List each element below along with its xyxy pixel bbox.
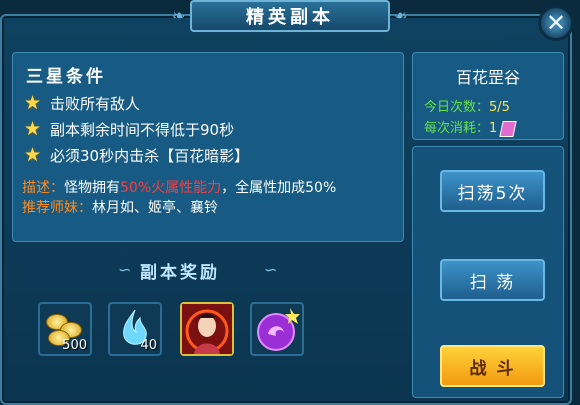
dialog-title: 精英副本 [246,7,334,28]
condition-text: 必须30秒内击杀【百花暗影】 [50,146,250,165]
description-row: 描述：怪物拥有50%火属性能力，全属性加成50% [22,177,336,197]
reward-count: 500 [62,338,87,353]
purple-orb-icon [257,308,300,351]
reward-count: 40 [140,338,157,353]
battle-button[interactable]: 战 斗 [440,345,545,387]
recommend-names: 林月如、姬亭、襄铃 [92,200,218,216]
sweep-5-button[interactable]: 扫荡5次 [440,170,545,212]
conditions-header: 三星条件 [26,67,106,87]
reward-item-portrait[interactable] [180,302,234,356]
recommend-row: 推荐师妹：林月如、姬亭、襄铃 [22,197,218,217]
star-icon: ★ [24,144,42,166]
close-icon: ✕ [545,9,567,37]
daily-attempts-value: 5/5 [489,100,510,115]
daily-attempts-label: 今日次数： [424,100,490,115]
sweep-button[interactable]: 扫 荡 [440,259,545,301]
title-right-ornament-icon: ❧ [394,6,408,25]
recommend-label: 推荐师妹： [22,200,92,216]
heroine-portrait-icon [182,304,232,354]
ticket-icon [499,120,517,137]
star-icon: ★ [24,92,42,114]
close-button[interactable]: ✕ [538,5,574,41]
dungeon-name: 百花罡谷 [455,68,520,87]
daily-attempts: 今日次数：5/5 [424,96,510,115]
reward-right-ornament-icon: ∽ [264,260,278,279]
description-highlight: 50%火属性能力 [120,180,222,196]
title-left-ornament-icon: ❧ [172,6,186,25]
description-label: 描述： [22,180,64,196]
reward-item-orb[interactable] [250,302,304,356]
description-suffix: ，全属性加成50% [221,180,337,196]
reward-left-ornament-icon: ∽ [118,260,132,279]
condition-row: ★ 必须30秒内击杀【百花暗影】 [24,144,249,166]
condition-text: 副本剩余时间不得低于90秒 [50,120,235,139]
reward-item-gold[interactable]: 500 [38,302,92,356]
rewards-header: 副本奖励 [140,263,220,283]
attempt-cost-label: 每次消耗： [424,121,490,136]
description-prefix: 怪物拥有 [64,180,120,196]
reward-item-flame[interactable]: 40 [108,302,162,356]
condition-text: 击败所有敌人 [50,94,141,113]
attempt-cost-value: 1 [489,121,498,136]
condition-row: ★ 副本剩余时间不得低于90秒 [24,118,234,140]
attempt-cost: 每次消耗：1 [424,117,517,137]
star-icon: ★ [24,118,42,140]
title-tab: 精英副本 [190,0,390,32]
condition-row: ★ 击败所有敌人 [24,92,140,114]
